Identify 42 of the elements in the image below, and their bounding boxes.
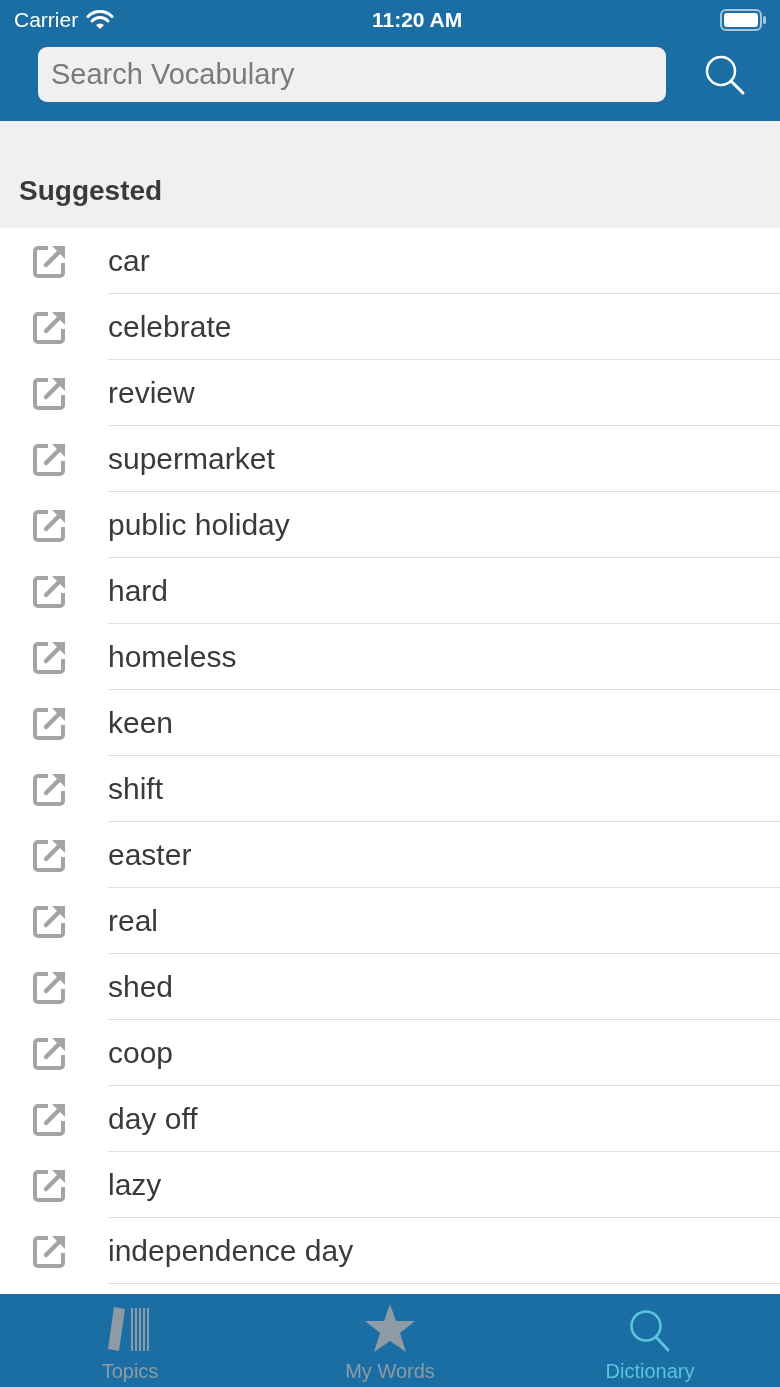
word-item[interactable]: review bbox=[108, 369, 195, 416]
search-icon bbox=[629, 1309, 671, 1353]
wifi-icon bbox=[86, 10, 115, 30]
external-link-icon bbox=[33, 1102, 67, 1136]
external-link-icon bbox=[33, 376, 67, 410]
external-link-icon bbox=[33, 772, 67, 806]
books-icon bbox=[108, 1305, 152, 1353]
word-item[interactable]: keen bbox=[108, 699, 174, 746]
status-time: 11:20 AM bbox=[371, 7, 463, 34]
word-item[interactable]: day off bbox=[108, 1095, 198, 1142]
external-link-icon bbox=[33, 508, 67, 542]
external-link-icon bbox=[33, 310, 67, 344]
external-link-icon bbox=[33, 838, 67, 872]
word-item[interactable]: easter bbox=[108, 831, 192, 878]
external-link-icon bbox=[33, 442, 67, 476]
external-link-icon bbox=[33, 1168, 67, 1202]
carrier-label: Carrier bbox=[14, 7, 79, 34]
word-item[interactable]: lazy bbox=[108, 1161, 162, 1208]
external-link-icon bbox=[33, 244, 67, 278]
word-item[interactable]: independence day bbox=[108, 1227, 354, 1274]
word-item[interactable]: shed bbox=[108, 963, 174, 1010]
word-item[interactable]: shift bbox=[108, 765, 164, 812]
word-item[interactable]: real bbox=[108, 897, 159, 944]
word-item[interactable]: supermarket bbox=[108, 435, 275, 482]
word-item[interactable]: homeless bbox=[108, 633, 237, 680]
search-icon[interactable] bbox=[704, 53, 746, 96]
star-icon bbox=[364, 1303, 416, 1353]
external-link-icon bbox=[33, 706, 67, 740]
external-link-icon bbox=[33, 904, 67, 938]
search-field[interactable]: Search Vocabulary bbox=[38, 47, 666, 102]
word-item[interactable]: car bbox=[108, 237, 150, 284]
external-link-icon bbox=[33, 1234, 67, 1268]
section-title: Suggested bbox=[19, 174, 163, 208]
word-item[interactable]: hard bbox=[108, 567, 169, 614]
word-item[interactable]: coop bbox=[108, 1029, 174, 1076]
external-link-icon bbox=[33, 1036, 67, 1070]
word-item[interactable]: celebrate bbox=[108, 303, 232, 350]
external-link-icon bbox=[33, 640, 67, 674]
external-link-icon bbox=[33, 574, 67, 608]
external-link-icon bbox=[33, 970, 67, 1004]
word-item[interactable]: public holiday bbox=[108, 501, 290, 548]
battery-icon bbox=[720, 9, 766, 31]
